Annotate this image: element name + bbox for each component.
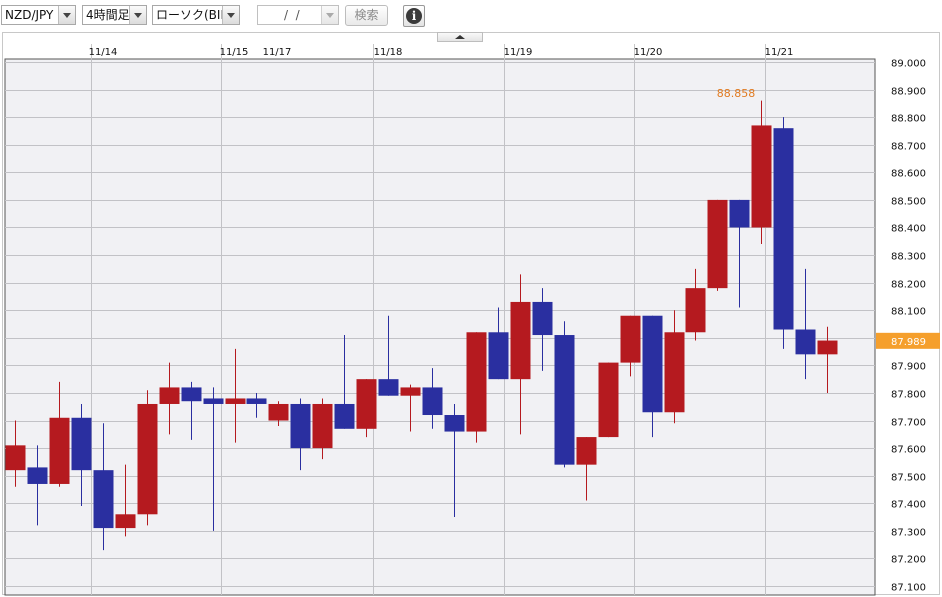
candle-down [773, 128, 794, 330]
y-tick-label: 88.600 [891, 169, 926, 180]
candle-down [729, 199, 750, 228]
candle-down [795, 329, 816, 355]
x-tick-label: 11/15 [220, 47, 249, 58]
candle-up [620, 315, 641, 363]
candle-up [137, 403, 158, 515]
candle-up [707, 199, 728, 289]
candle-up [510, 301, 531, 380]
candle-down [334, 403, 355, 429]
x-tick-label: 11/18 [374, 47, 403, 58]
x-tick-label: 11/21 [765, 47, 794, 58]
y-tick-label: 87.400 [891, 500, 926, 511]
candle-up [159, 387, 180, 404]
y-tick-label: 88.100 [891, 307, 926, 318]
candle-up [685, 288, 706, 333]
candle-down [181, 387, 202, 402]
x-tick-label: 11/19 [504, 47, 533, 58]
candle-down [203, 398, 224, 404]
candle-down [444, 415, 465, 432]
y-tick-label: 88.800 [891, 114, 926, 125]
candle-down [27, 467, 48, 484]
y-tick-label: 87.700 [891, 418, 926, 429]
candlestick-chart: 89.000 88.900 88.800 88.700 88.600 88.500 88.4… [4, 44, 940, 596]
y-tick-label: 88.300 [891, 252, 926, 263]
candle-down [488, 332, 509, 380]
candle-up [356, 379, 377, 429]
y-tick-label: 87.500 [891, 473, 926, 484]
x-tick-label: 11/20 [634, 47, 663, 58]
y-tick-label: 88.500 [891, 197, 926, 208]
candle-up [5, 445, 26, 471]
candle-up [466, 332, 487, 432]
y-tick-label: 87.300 [891, 528, 926, 539]
high-price-label: 88.858 [717, 87, 756, 100]
x-tick-label: 11/17 [263, 47, 292, 58]
candle-down [93, 470, 114, 529]
candle-up [115, 514, 136, 529]
candle-up [312, 403, 333, 449]
candle-up [664, 332, 685, 413]
candle-up [400, 387, 421, 396]
candle-down [290, 403, 311, 449]
candle-down [554, 335, 575, 465]
y-tick-label: 87.900 [891, 362, 926, 373]
y-tick-label: 88.200 [891, 280, 926, 291]
y-tick-label: 88.400 [891, 224, 926, 235]
candle-down [642, 315, 663, 413]
candle-up [598, 362, 619, 438]
candle-down [422, 387, 443, 416]
y-tick-label: 87.200 [891, 555, 926, 566]
y-tick-label: 88.900 [891, 87, 926, 98]
candle-down [71, 417, 92, 471]
y-tick-label: 87.800 [891, 390, 926, 401]
candle-up [576, 437, 597, 465]
candle-down [246, 398, 267, 404]
candle-up [751, 125, 772, 228]
candle-up [49, 417, 70, 484]
y-tick-label: 87.100 [891, 583, 926, 594]
candle-down [532, 301, 553, 336]
x-tick-label: 11/14 [89, 47, 118, 58]
y-tick-label: 87.600 [891, 445, 926, 456]
current-price-label: 87.989 [891, 337, 926, 348]
candle-up [268, 403, 289, 421]
candle-up [817, 340, 838, 355]
y-tick-label: 88.700 [891, 142, 926, 153]
candle-up [225, 398, 246, 404]
candle-down [378, 379, 399, 396]
y-tick-label: 89.000 [891, 59, 926, 70]
